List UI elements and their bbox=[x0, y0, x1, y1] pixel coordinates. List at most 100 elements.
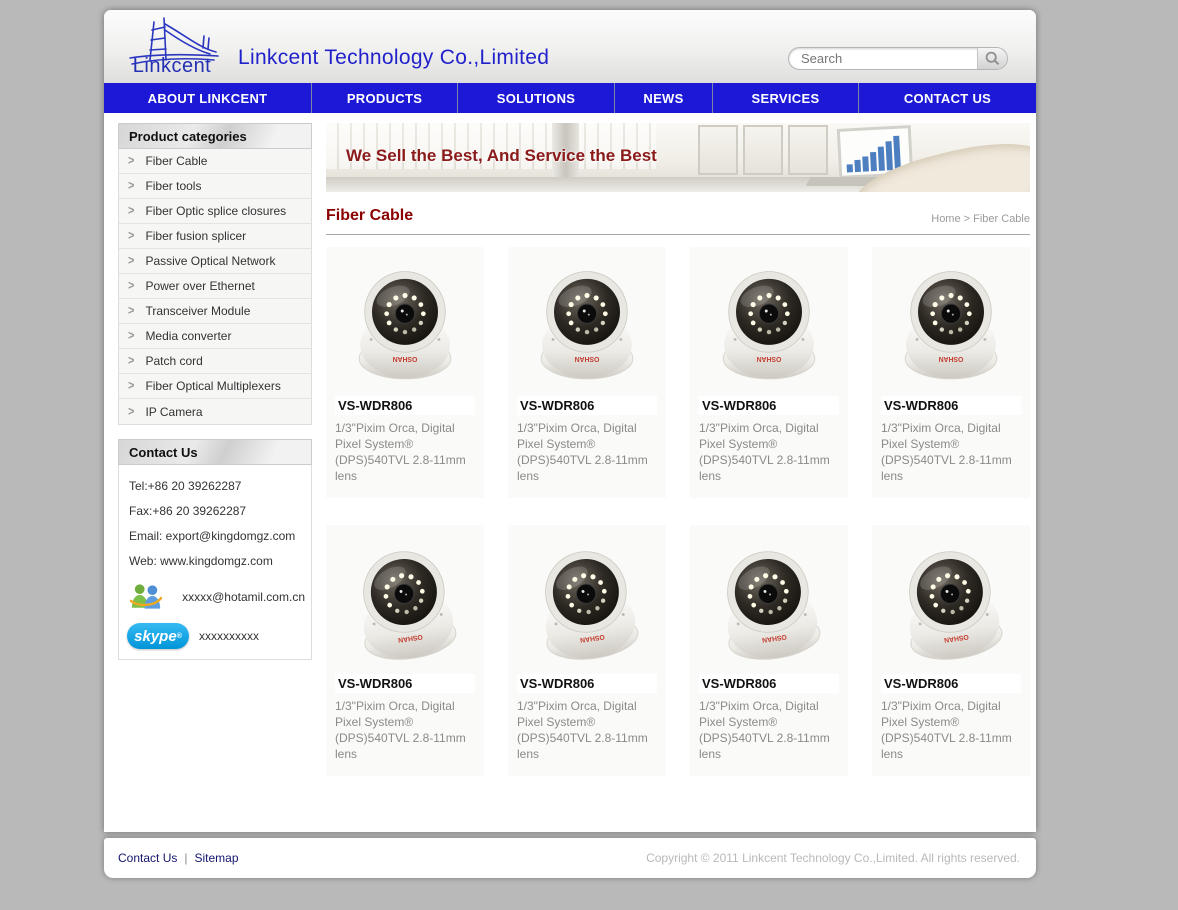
product-name[interactable]: VS-WDR806 bbox=[335, 674, 475, 693]
search-box bbox=[788, 47, 1008, 70]
banner-slogan: We Sell the Best, And Service the Best bbox=[346, 146, 657, 166]
footer-link-contact-us[interactable]: Contact Us bbox=[118, 851, 177, 865]
sidebar-category-item[interactable]: > Fiber Optic splice closures bbox=[119, 199, 311, 224]
category-label: Patch cord bbox=[145, 354, 202, 368]
category-label: Media converter bbox=[145, 329, 231, 343]
search-input[interactable] bbox=[789, 48, 977, 69]
sidebar-category-item[interactable]: > Fiber Cable bbox=[119, 149, 311, 174]
product-name[interactable]: VS-WDR806 bbox=[881, 674, 1021, 693]
sidebar-category-item[interactable]: > Media converter bbox=[119, 324, 311, 349]
sidebar-category-item[interactable]: > Passive Optical Network bbox=[119, 249, 311, 274]
site-header: Linkcent Linkcent Technology Co.,Limited bbox=[104, 10, 1036, 83]
sidebar: Product categories > Fiber Cable > Fiber… bbox=[118, 123, 312, 776]
product-description: 1/3"Pixim Orca, Digital Pixel System® (D… bbox=[335, 420, 475, 484]
sidebar-category-item[interactable]: > IP Camera bbox=[119, 399, 311, 424]
nav-item[interactable]: SOLUTIONS bbox=[457, 83, 614, 113]
sidebar-category-item[interactable]: > Fiber tools bbox=[119, 174, 311, 199]
msn-messenger-icon bbox=[129, 581, 162, 613]
product-grid: OSHAN VS-WDR806 1/3"Pixim Orca, Digital … bbox=[326, 247, 1030, 776]
product-image[interactable]: OSHAN bbox=[881, 530, 1021, 670]
skype-logo-icon: skype® bbox=[127, 623, 189, 649]
sidebar-category-item[interactable]: > Power over Ethernet bbox=[119, 274, 311, 299]
product-description: 1/3"Pixim Orca, Digital Pixel System® (D… bbox=[335, 698, 475, 762]
category-label: Fiber tools bbox=[145, 179, 201, 193]
sidebar-category-item[interactable]: > Patch cord bbox=[119, 349, 311, 374]
category-label: Passive Optical Network bbox=[145, 254, 275, 268]
svg-text:OSHAN: OSHAN bbox=[393, 355, 418, 362]
dome-camera-icon: OSHAN bbox=[532, 256, 642, 388]
msn-account: xxxxx@hotamil.com.cn bbox=[182, 590, 305, 604]
category-label: Fiber Optical Multiplexers bbox=[145, 379, 280, 393]
banner-doors bbox=[698, 125, 828, 175]
dome-camera-icon: OSHAN bbox=[888, 529, 1015, 675]
product-card[interactable]: OSHAN VS-WDR806 1/3"Pixim Orca, Digital … bbox=[690, 247, 848, 498]
product-card[interactable]: OSHAN VS-WDR806 1/3"Pixim Orca, Digital … bbox=[508, 525, 666, 776]
copyright-notice: Copyright © 2011 Linkcent Technology Co.… bbox=[646, 851, 1020, 865]
dome-camera-icon: OSHAN bbox=[350, 256, 460, 388]
chevron-right-icon: > bbox=[128, 204, 134, 218]
nav-item[interactable]: SERVICES bbox=[712, 83, 858, 113]
product-name[interactable]: VS-WDR806 bbox=[335, 396, 475, 415]
product-image[interactable]: OSHAN bbox=[881, 252, 1021, 392]
company-logo[interactable]: Linkcent bbox=[116, 14, 228, 80]
nav-item[interactable]: NEWS bbox=[614, 83, 712, 113]
chevron-right-icon: > bbox=[128, 379, 134, 393]
category-label: IP Camera bbox=[145, 405, 202, 419]
product-name[interactable]: VS-WDR806 bbox=[881, 396, 1021, 415]
chevron-right-icon: > bbox=[128, 229, 134, 243]
skype-row: skype® xxxxxxxxxx bbox=[127, 623, 305, 649]
site-footer: Contact Us | Sitemap Copyright © 2011 Link… bbox=[104, 838, 1036, 878]
product-image[interactable]: OSHAN bbox=[517, 530, 657, 670]
category-label: Transceiver Module bbox=[145, 304, 250, 318]
product-description: 1/3"Pixim Orca, Digital Pixel System® (D… bbox=[699, 698, 839, 762]
msn-row: xxxxx@hotamil.com.cn bbox=[129, 581, 305, 613]
product-card[interactable]: OSHAN VS-WDR806 1/3"Pixim Orca, Digital … bbox=[326, 247, 484, 498]
skype-account: xxxxxxxxxx bbox=[199, 629, 259, 643]
product-image[interactable]: OSHAN bbox=[335, 530, 475, 670]
product-card[interactable]: OSHAN VS-WDR806 1/3"Pixim Orca, Digital … bbox=[872, 525, 1030, 776]
contact-panel: Contact Us Tel:+86 20 39262287 Fax:+86 2… bbox=[118, 439, 312, 660]
company-name: Linkcent Technology Co.,Limited bbox=[238, 46, 549, 70]
categories-header: Product categories bbox=[118, 123, 312, 149]
chevron-right-icon: > bbox=[128, 254, 134, 268]
product-image[interactable]: OSHAN bbox=[517, 252, 657, 392]
svg-text:OSHAN: OSHAN bbox=[757, 355, 782, 362]
contact-lines: Tel:+86 20 39262287 Fax:+86 20 39262287 … bbox=[127, 479, 305, 568]
chevron-right-icon: > bbox=[128, 404, 134, 418]
category-list: > Fiber Cable > Fiber tools > Fiber Opti… bbox=[118, 149, 312, 425]
product-card[interactable]: OSHAN VS-WDR806 1/3"Pixim Orca, Digital … bbox=[326, 525, 484, 776]
sidebar-category-item[interactable]: > Transceiver Module bbox=[119, 299, 311, 324]
product-image[interactable]: OSHAN bbox=[699, 252, 839, 392]
dome-camera-icon: OSHAN bbox=[524, 529, 651, 675]
sidebar-category-item[interactable]: > Fiber fusion splicer bbox=[119, 224, 311, 249]
chevron-right-icon: > bbox=[128, 354, 134, 368]
chevron-right-icon: > bbox=[128, 154, 134, 168]
product-card[interactable]: OSHAN VS-WDR806 1/3"Pixim Orca, Digital … bbox=[872, 247, 1030, 498]
product-name[interactable]: VS-WDR806 bbox=[699, 396, 839, 415]
product-card[interactable]: OSHAN VS-WDR806 1/3"Pixim Orca, Digital … bbox=[508, 247, 666, 498]
footer-link-sitemap[interactable]: Sitemap bbox=[194, 851, 238, 865]
category-label: Fiber fusion splicer bbox=[145, 229, 246, 243]
nav-item[interactable]: CONTACT US bbox=[858, 83, 1036, 113]
product-image[interactable]: OSHAN bbox=[335, 252, 475, 392]
breadcrumb[interactable]: Home > Fiber Cable bbox=[931, 213, 1030, 225]
product-name[interactable]: VS-WDR806 bbox=[699, 674, 839, 693]
product-name[interactable]: VS-WDR806 bbox=[517, 396, 657, 415]
dome-camera-icon: OSHAN bbox=[706, 529, 833, 675]
dome-camera-icon: OSHAN bbox=[342, 529, 469, 675]
product-description: 1/3"Pixim Orca, Digital Pixel System® (D… bbox=[517, 698, 657, 762]
nav-item[interactable]: PRODUCTS bbox=[311, 83, 457, 113]
category-label: Power over Ethernet bbox=[145, 279, 254, 293]
category-label: Fiber Cable bbox=[145, 154, 207, 168]
product-name[interactable]: VS-WDR806 bbox=[517, 674, 657, 693]
dome-camera-icon: OSHAN bbox=[714, 256, 824, 388]
product-card[interactable]: OSHAN VS-WDR806 1/3"Pixim Orca, Digital … bbox=[690, 525, 848, 776]
search-button[interactable] bbox=[977, 48, 1007, 69]
product-description: 1/3"Pixim Orca, Digital Pixel System® (D… bbox=[881, 420, 1021, 484]
footer-link-separator: | bbox=[184, 851, 187, 865]
product-description: 1/3"Pixim Orca, Digital Pixel System® (D… bbox=[699, 420, 839, 484]
product-description: 1/3"Pixim Orca, Digital Pixel System® (D… bbox=[881, 698, 1021, 762]
sidebar-category-item[interactable]: > Fiber Optical Multiplexers bbox=[119, 374, 311, 399]
product-image[interactable]: OSHAN bbox=[699, 530, 839, 670]
nav-item[interactable]: ABOUT LINKCENT bbox=[104, 83, 311, 113]
